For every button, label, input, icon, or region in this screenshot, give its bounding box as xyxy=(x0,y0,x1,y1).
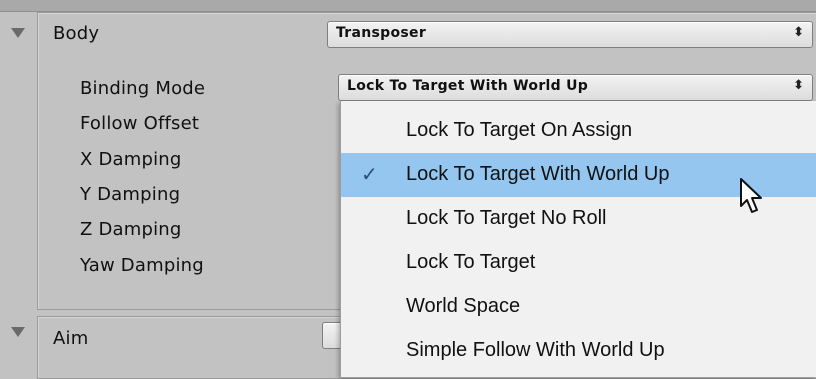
binding-mode-label: Binding Mode xyxy=(80,78,206,99)
option-label: Lock To Target No Roll xyxy=(406,207,607,229)
foldout-gutter xyxy=(0,12,37,377)
top-strip xyxy=(0,0,816,11)
body-component-value: Transposer xyxy=(336,25,427,41)
x-damping-label: X Damping xyxy=(80,149,182,170)
y-damping-label: Y Damping xyxy=(80,184,181,205)
checkmark-icon: ✓ xyxy=(361,164,378,186)
binding-mode-popup[interactable]: Lock To Target With World Up ⬍ xyxy=(338,74,813,101)
body-title: Body xyxy=(53,23,100,44)
popup-arrows-icon: ⬍ xyxy=(793,25,804,40)
body-component-popup[interactable]: Transposer ⬍ xyxy=(327,21,813,48)
z-damping-label: Z Damping xyxy=(80,219,182,240)
binding-mode-dropdown: Lock To Target On Assign ✓ Lock To Targe… xyxy=(340,101,816,377)
dropdown-option[interactable]: Lock To Target xyxy=(341,241,816,285)
dropdown-option[interactable]: Lock To Target On Assign xyxy=(341,109,816,153)
option-label: Lock To Target xyxy=(406,251,536,273)
binding-mode-value: Lock To Target With World Up xyxy=(347,78,589,94)
aim-title: Aim xyxy=(53,328,89,349)
follow-offset-label: Follow Offset xyxy=(80,113,200,134)
yaw-damping-label: Yaw Damping xyxy=(80,255,204,276)
dropdown-option[interactable]: Simple Follow With World Up xyxy=(341,329,816,373)
option-label: Lock To Target On Assign xyxy=(406,119,633,141)
option-label: World Space xyxy=(406,295,521,317)
option-label: Lock To Target With World Up xyxy=(406,163,670,185)
dropdown-option[interactable]: World Space xyxy=(341,285,816,329)
popup-arrows-icon: ⬍ xyxy=(793,78,804,93)
mouse-cursor-icon xyxy=(740,178,762,213)
option-label: Simple Follow With World Up xyxy=(406,339,665,361)
aim-foldout-icon[interactable] xyxy=(11,327,25,337)
body-foldout-icon[interactable] xyxy=(11,28,25,38)
